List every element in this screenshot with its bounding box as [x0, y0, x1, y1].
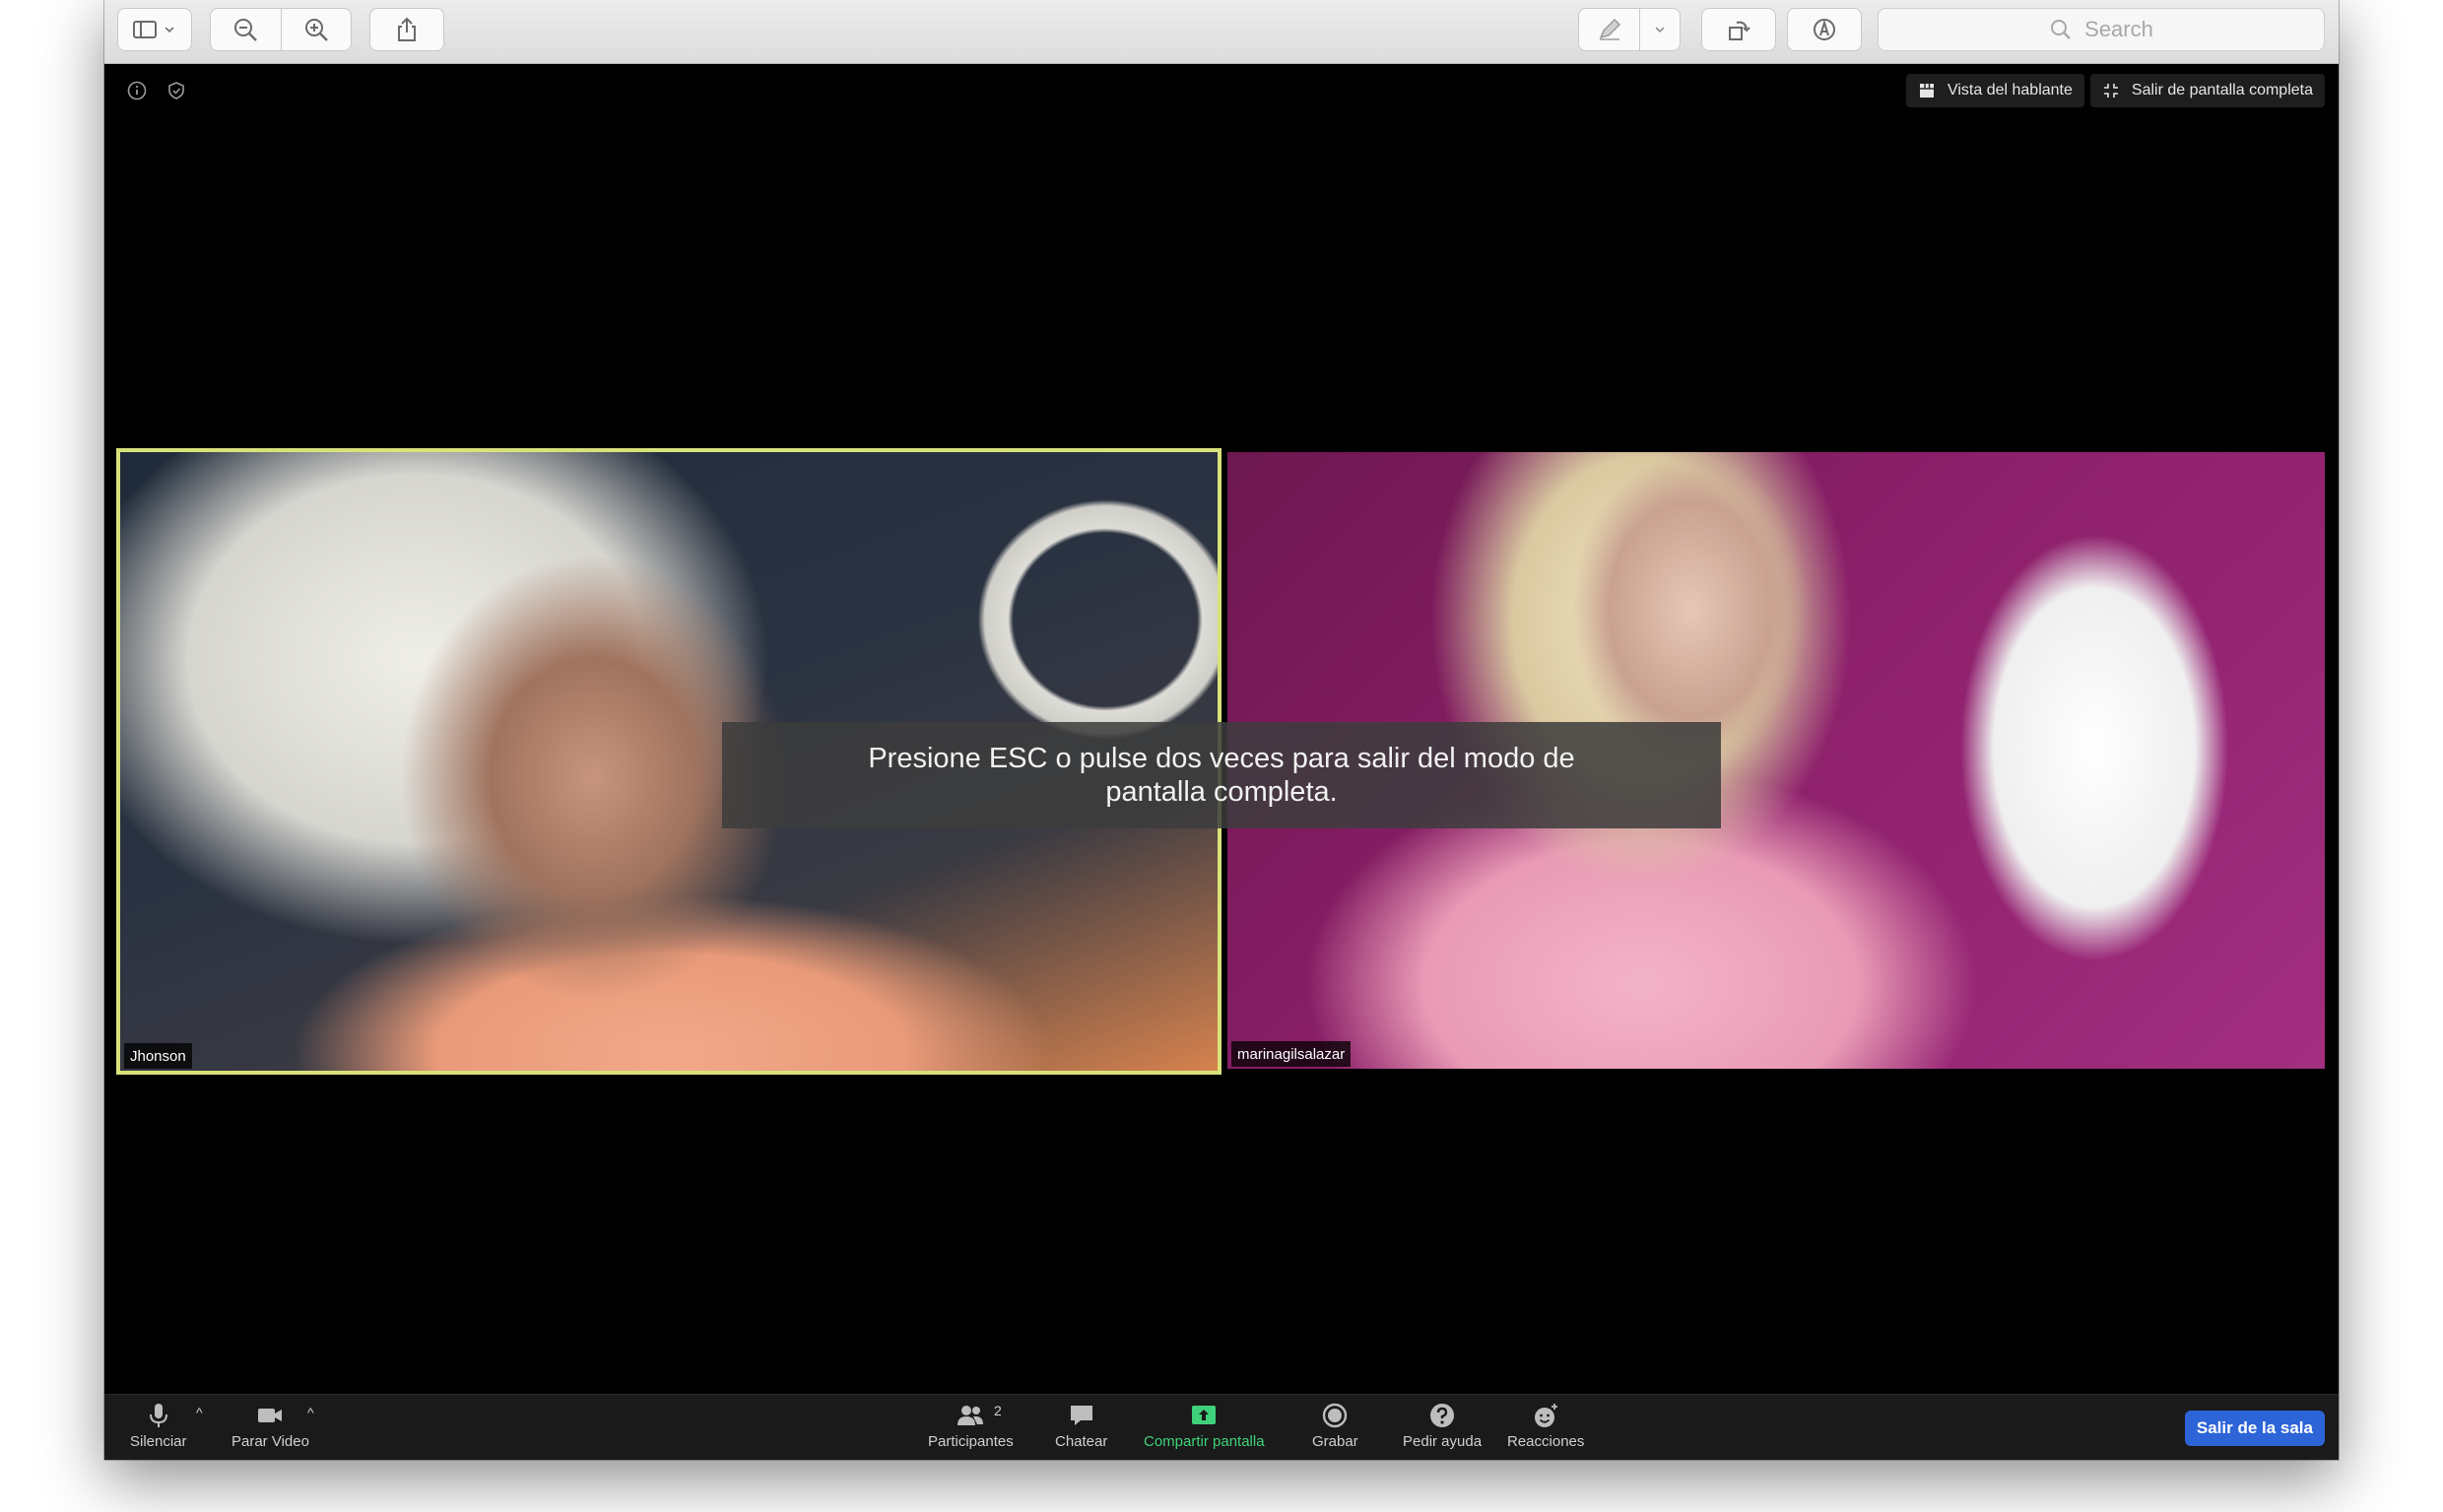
question-icon: [1430, 1404, 1455, 1427]
ask-help-button[interactable]: Pedir ayuda: [1403, 1401, 1482, 1450]
markup-icon: [1814, 19, 1835, 40]
audio-options-caret[interactable]: ^: [196, 1405, 203, 1420]
share-button[interactable]: [369, 8, 444, 51]
search-placeholder: Search: [2084, 17, 2153, 41]
preview-window: Search Vista del hablante Salir de panta…: [104, 0, 2339, 1460]
grid-view-icon: [1919, 84, 1934, 98]
zoom-in-icon: [304, 19, 328, 41]
rotate-icon: [1729, 21, 1750, 40]
stop-video-button[interactable]: Parar Video: [231, 1401, 309, 1450]
video-camera-icon: [258, 1409, 283, 1422]
stop-video-label: Parar Video: [231, 1433, 309, 1450]
search-icon: [2051, 20, 2071, 39]
participants-label: Participantes: [928, 1433, 1014, 1450]
view-controls: Vista del hablante Salir de pantalla com…: [1905, 74, 2325, 107]
share-screen-button[interactable]: Compartir pantalla: [1144, 1401, 1265, 1450]
share-screen-icon: [1192, 1406, 1217, 1424]
record-button[interactable]: Grabar: [1312, 1401, 1358, 1450]
meeting-controls: Silenciar ^ Parar Video ^ Participantes …: [104, 1394, 2339, 1460]
search-field[interactable]: Search: [1878, 8, 2325, 51]
share-icon: [398, 17, 416, 41]
exit-fullscreen-button[interactable]: Salir de pantalla completa: [2089, 74, 2325, 107]
share-screen-label: Compartir pantalla: [1144, 1433, 1265, 1450]
record-icon: [1323, 1403, 1348, 1428]
exit-fullscreen-label: Salir de pantalla completa: [2131, 82, 2313, 99]
microphone-icon: [149, 1404, 167, 1427]
banner-text: Presione ESC o pulse dos veces para sali…: [868, 743, 1575, 808]
chat-bubble-icon: [1070, 1406, 1092, 1425]
speaker-view-label: Vista del hablante: [1947, 82, 2073, 99]
participants-count: 2: [994, 1403, 1002, 1418]
meeting-info-icons: [126, 80, 187, 101]
info-icon[interactable]: [126, 80, 148, 101]
exit-fullscreen-icon: [2103, 84, 2118, 98]
mute-button[interactable]: Silenciar: [130, 1401, 187, 1450]
emoji-add-icon: [1535, 1404, 1558, 1427]
zoom-out-button[interactable]: [211, 16, 281, 43]
meeting-stage: Vista del hablante Salir de pantalla com…: [104, 64, 2339, 1394]
chevron-down-icon: [1655, 27, 1665, 33]
leave-room-button[interactable]: Salir de la sala: [2184, 1411, 2325, 1446]
chevron-down-icon: [165, 27, 174, 33]
zoom-in-button[interactable]: [282, 16, 352, 43]
zoom-group: [210, 8, 352, 51]
zoom-out-icon: [234, 19, 258, 41]
rotate-button[interactable]: [1701, 8, 1776, 51]
chat-label: Chatear: [1055, 1433, 1108, 1450]
shield-check-icon[interactable]: [165, 80, 187, 101]
highlight-pen-icon: [1599, 18, 1620, 40]
fullscreen-exit-banner: Presione ESC o pulse dos veces para sali…: [722, 722, 1721, 828]
reactions-label: Reacciones: [1507, 1433, 1585, 1450]
speaker-view-button[interactable]: Vista del hablante: [1905, 74, 2084, 107]
toolbar: Search: [104, 0, 2339, 64]
chat-button[interactable]: Chatear: [1055, 1401, 1107, 1450]
markup-button[interactable]: [1787, 8, 1862, 51]
record-label: Grabar: [1312, 1433, 1358, 1450]
highlight-button[interactable]: [1578, 8, 1681, 51]
video-options-caret[interactable]: ^: [307, 1405, 314, 1420]
participants-icon: [957, 1406, 984, 1425]
ask-help-label: Pedir ayuda: [1403, 1433, 1483, 1450]
participant-name-tag: marinagilsalazar: [1231, 1041, 1352, 1067]
sidebar-toggle-button[interactable]: [117, 8, 192, 51]
participant-name-tag: Jhonson: [124, 1043, 192, 1069]
mute-label: Silenciar: [130, 1433, 187, 1450]
reactions-button[interactable]: Reacciones: [1507, 1401, 1584, 1450]
sidebar-icon: [133, 21, 157, 38]
